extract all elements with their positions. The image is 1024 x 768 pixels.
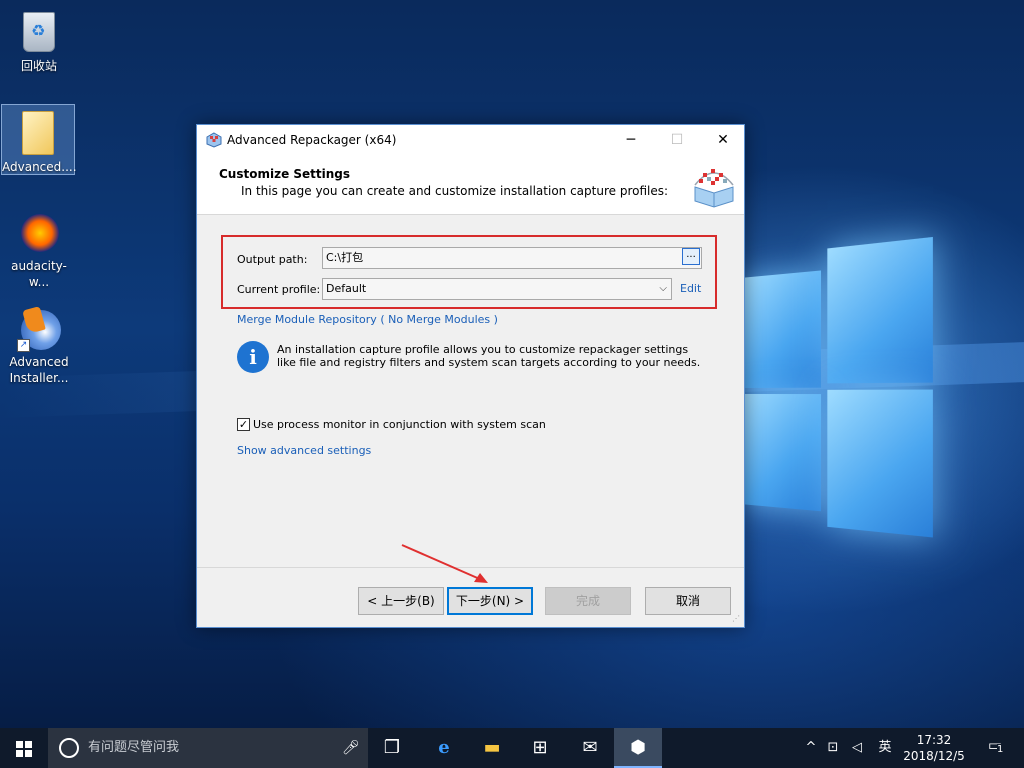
output-path-label: Output path: — [237, 253, 308, 266]
store-icon[interactable]: ⊞ — [516, 728, 564, 768]
close-button[interactable]: ✕ — [700, 125, 746, 155]
back-button[interactable]: < 上一步(B) — [358, 587, 444, 615]
search-placeholder: 有问题尽管问我 — [88, 740, 180, 755]
desktop-icon-label: 回收站 — [20, 59, 57, 73]
start-button[interactable] — [0, 728, 48, 768]
windows-start-icon — [16, 741, 32, 757]
show-advanced-settings-link[interactable]: Show advanced settings — [237, 444, 371, 457]
info-icon: i — [237, 341, 269, 373]
show-hidden-icons-chevron-icon[interactable]: ^ — [800, 728, 822, 768]
desktop-icon-label: Advanced.... — [2, 160, 77, 174]
microphone-icon[interactable]: 🎤︎ — [342, 728, 360, 768]
finish-button: 完成 — [545, 587, 631, 615]
repackager-header-icon — [694, 169, 734, 208]
current-profile-label: Current profile: — [237, 283, 321, 296]
cancel-button[interactable]: 取消 — [645, 587, 731, 615]
ime-indicator[interactable]: 英 — [874, 728, 896, 768]
windows-logo-wallpaper — [740, 236, 933, 549]
browse-button[interactable]: ... — [682, 248, 700, 265]
maximize-button[interactable]: ☐ — [654, 125, 700, 155]
recycle-bin-icon — [23, 12, 55, 52]
desktop-icon-audacity[interactable]: audacity-w... — [2, 204, 76, 289]
action-center-icon[interactable]: ▭ 1 — [980, 736, 1010, 760]
dialog-title: Advanced Repackager (x64) — [227, 133, 397, 147]
taskbar: 有问题尽管问我 🎤︎ ❐ e ▬ ⊞ ✉ ⬢ ^ ⊡ ◁ 英 17:32 201… — [0, 728, 1024, 768]
network-icon[interactable]: ⊡ — [822, 728, 844, 768]
volume-icon[interactable]: ◁ — [846, 728, 868, 768]
desktop-icon-recycle-bin[interactable]: 回收站 — [2, 4, 76, 76]
wizard-header: Customize Settings In this page you can … — [197, 155, 744, 215]
notification-count: 1 — [997, 744, 1004, 755]
edit-profile-link[interactable]: Edit — [680, 282, 701, 295]
repackager-app-icon — [206, 132, 222, 148]
dialog-titlebar[interactable]: Advanced Repackager (x64) ─ ☐ ✕ — [197, 125, 744, 155]
desktop-icon-label: Advanced — [9, 355, 69, 369]
clock-date: 2018/12/5 — [903, 749, 965, 763]
mail-icon[interactable]: ✉ — [566, 728, 614, 768]
desktop-icon-advanced-folder[interactable]: Advanced.... — [1, 104, 77, 175]
info-description: An installation capture profile allows y… — [277, 343, 701, 369]
minimize-button[interactable]: ─ — [608, 125, 654, 155]
next-button[interactable]: 下一步(N) > — [447, 587, 533, 615]
current-profile-value: Default — [326, 282, 367, 295]
page-title: Customize Settings — [219, 167, 351, 181]
page-subtitle: In this page you can create and customiz… — [241, 184, 669, 198]
repackager-taskbar-icon[interactable]: ⬢ — [614, 728, 662, 768]
desktop-icon-label: audacity-w... — [11, 259, 67, 289]
process-monitor-label[interactable]: Use process monitor in conjunction with … — [253, 418, 546, 431]
shortcut-arrow-icon: ↗ — [17, 339, 30, 352]
desktop-icon-advanced-installer[interactable]: ↗ Advanced Installer... — [2, 300, 76, 392]
task-view-icon[interactable]: ❐ — [368, 728, 416, 768]
clock-time: 17:32 — [916, 733, 952, 747]
audacity-icon — [21, 214, 59, 252]
desktop-icon-label: Installer... — [9, 371, 69, 385]
process-monitor-checkbox[interactable]: ✓ — [237, 418, 250, 431]
current-profile-select[interactable]: Default ⌵ — [322, 278, 672, 300]
cortana-icon — [59, 738, 79, 758]
system-clock[interactable]: 17:32 2018/12/5 — [896, 732, 972, 764]
wizard-body: Output path: C:\打包 ... Current profile: … — [197, 215, 744, 567]
edge-browser-icon[interactable]: e — [420, 728, 468, 768]
annotation-arrow — [401, 544, 488, 583]
folder-icon — [22, 111, 54, 155]
output-path-input[interactable]: C:\打包 — [322, 247, 702, 269]
merge-module-repository-link[interactable]: Merge Module Repository ( No Merge Modul… — [237, 313, 498, 326]
resize-grip-icon[interactable]: ⋰ — [732, 615, 742, 625]
chevron-down-icon: ⌵ — [659, 283, 667, 294]
cortana-search-box[interactable]: 有问题尽管问我 🎤︎ — [48, 728, 368, 768]
file-explorer-icon[interactable]: ▬ — [468, 728, 516, 768]
